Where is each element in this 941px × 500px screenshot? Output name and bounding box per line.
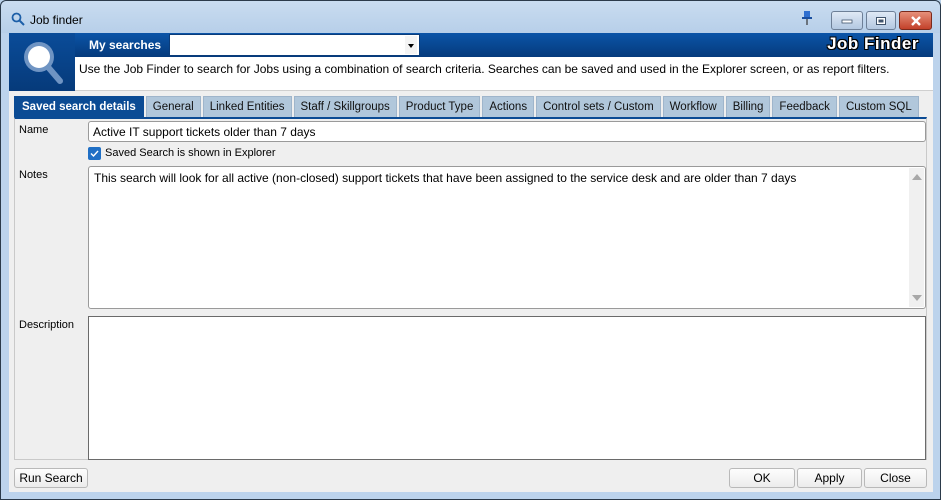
- notes-text: This search will look for all active (no…: [94, 171, 797, 185]
- my-searches-dropdown[interactable]: [169, 34, 420, 56]
- tab-linked-entities[interactable]: Linked Entities: [202, 96, 292, 117]
- tab-general[interactable]: General: [145, 96, 201, 117]
- tab-staff-skillgroups[interactable]: Staff / Skillgroups: [293, 96, 397, 117]
- tab-billing[interactable]: Billing: [725, 96, 771, 117]
- chevron-down-icon[interactable]: [405, 36, 417, 54]
- tab-custom-sql[interactable]: Custom SQL: [838, 96, 919, 117]
- checkmark-icon: [90, 150, 99, 157]
- description-label: Description: [19, 319, 75, 331]
- name-input[interactable]: [88, 121, 926, 142]
- pin-icon[interactable]: [801, 10, 813, 26]
- header-logo: [9, 33, 75, 91]
- close-window-button[interactable]: [899, 11, 932, 30]
- app-title: Job Finder: [827, 34, 919, 53]
- name-label: Name: [19, 124, 49, 136]
- minimize-button[interactable]: [831, 11, 863, 30]
- notes-textarea[interactable]: This search will look for all active (no…: [88, 166, 926, 309]
- description-text: Use the Job Finder to search for Jobs us…: [79, 62, 890, 76]
- tab-control-sets-custom[interactable]: Control sets / Custom: [536, 96, 661, 117]
- shown-in-explorer-checkbox[interactable]: [88, 146, 101, 160]
- tab-saved-search-details[interactable]: Saved search details: [14, 96, 144, 117]
- tab-bar: Saved search details General Linked Enti…: [14, 96, 921, 117]
- my-searches-label: My searches: [89, 38, 162, 52]
- run-search-button[interactable]: Run Search: [14, 468, 88, 488]
- job-finder-window: Job finder My searches Job Finder Use th…: [0, 0, 941, 500]
- apply-button[interactable]: Apply: [797, 468, 862, 488]
- notes-label: Notes: [19, 169, 48, 181]
- description-textarea[interactable]: [88, 316, 926, 460]
- close-icon: [910, 15, 921, 26]
- shown-in-explorer-checkbox-row[interactable]: Saved Search is shown in Explorer: [88, 145, 276, 161]
- tab-product-type[interactable]: Product Type: [398, 96, 481, 117]
- minimize-icon: [841, 19, 853, 23]
- shown-in-explorer-label: Saved Search is shown in Explorer: [105, 147, 276, 159]
- magnifier-icon: [24, 42, 63, 84]
- header-description: Use the Job Finder to search for Jobs us…: [75, 57, 933, 91]
- saved-search-details-panel: Name Saved Search is shown in Explorer N…: [14, 117, 927, 460]
- search-icon: [11, 12, 25, 26]
- close-button[interactable]: Close: [864, 468, 927, 488]
- scroll-up-icon[interactable]: [912, 174, 922, 180]
- client-area: My searches Job Finder Use the Job Finde…: [9, 33, 933, 492]
- tab-feedback[interactable]: Feedback: [772, 96, 837, 117]
- tab-workflow[interactable]: Workflow: [662, 96, 724, 117]
- title-bar[interactable]: Job finder: [1, 1, 940, 33]
- maximize-icon: [876, 16, 886, 25]
- maximize-button[interactable]: [866, 11, 896, 30]
- scroll-down-icon[interactable]: [912, 295, 922, 301]
- ok-button[interactable]: OK: [729, 468, 795, 488]
- notes-scrollbar[interactable]: [909, 168, 924, 307]
- tab-actions[interactable]: Actions: [482, 96, 535, 117]
- window-title: Job finder: [30, 13, 83, 27]
